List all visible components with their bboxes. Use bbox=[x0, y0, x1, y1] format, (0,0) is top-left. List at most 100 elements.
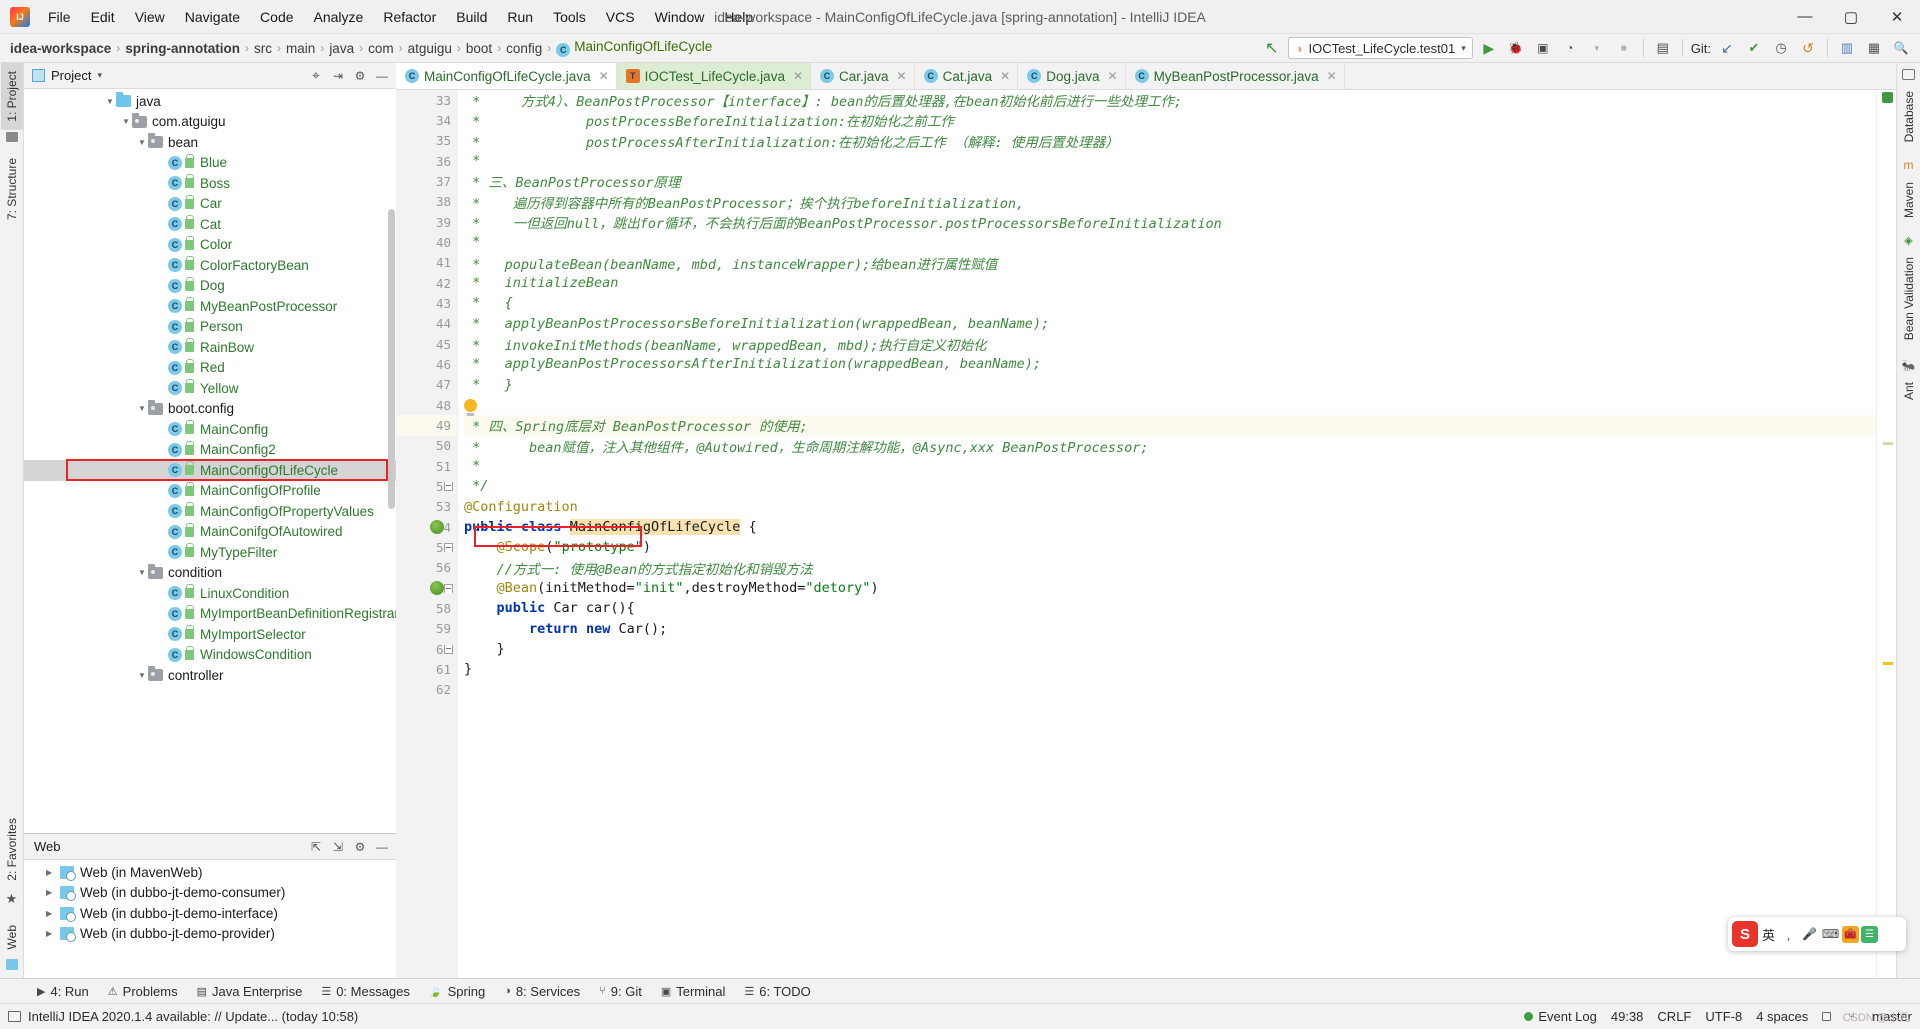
web-list-item[interactable]: ▶ Web (in dubbo-jt-demo-consumer) bbox=[24, 883, 396, 904]
menu-vcs[interactable]: VCS bbox=[596, 5, 645, 29]
close-icon[interactable]: ✕ bbox=[793, 69, 803, 83]
editor-gutter[interactable]: 33 34 35 36 37 38 39 40 41 42 43 44 45 46 47 48 49 50 51 52… bbox=[396, 90, 458, 978]
ime-punctuation-icon[interactable]: ﹐ bbox=[1779, 922, 1798, 946]
tool-window-services[interactable]: ◑ 8: Services bbox=[495, 982, 589, 1001]
profiler-button[interactable]: ◔ bbox=[1559, 37, 1581, 59]
tree-node-yellow[interactable]: C Yellow bbox=[24, 378, 396, 399]
tree-node-dog[interactable]: C Dog bbox=[24, 276, 396, 297]
sidebar-item-database[interactable]: Database bbox=[1898, 83, 1920, 150]
menu-build[interactable]: Build bbox=[446, 5, 497, 29]
maximize-button[interactable]: ▢ bbox=[1828, 0, 1874, 34]
code-fold-icon[interactable] bbox=[444, 481, 453, 491]
tree-node-mainconfig[interactable]: C MainConfig bbox=[24, 419, 396, 440]
gutter-line-38[interactable]: 38 bbox=[396, 192, 457, 212]
code-line-55[interactable]: @Scope("prototype") bbox=[464, 537, 1876, 557]
event-log-indicator[interactable]: Event Log bbox=[1524, 1009, 1597, 1024]
tree-node-colorfactorybean[interactable]: C ColorFactoryBean bbox=[24, 255, 396, 276]
git-update-icon[interactable]: ↙ bbox=[1716, 37, 1738, 59]
tree-node-mainconifgofautowired[interactable]: C MainConifgOfAutowired bbox=[24, 522, 396, 543]
code-line-56[interactable]: //方式一: 使用@Bean的方式指定初始化和销毁方法 bbox=[464, 558, 1876, 578]
debug-button[interactable]: 🐞 bbox=[1505, 37, 1527, 59]
code-fold-icon[interactable] bbox=[444, 542, 453, 552]
code-line-46[interactable]: * applyBeanPostProcessorsAfterInitializa… bbox=[464, 354, 1876, 374]
caret-position[interactable]: 49:38 bbox=[1611, 1009, 1644, 1024]
tree-node-mainconfig2[interactable]: C MainConfig2 bbox=[24, 440, 396, 461]
project-tree[interactable]: ▼ java ▼ com.atguigu ▼ bean C Blue C Boss C Car C Cat… bbox=[24, 89, 396, 833]
close-icon[interactable]: ✕ bbox=[897, 69, 907, 83]
sogou-ime-toolbar[interactable]: S 英 ﹐ 🎤 ⌨ 🧰 ☰ bbox=[1728, 917, 1906, 951]
gutter-line-53[interactable]: 53 bbox=[396, 497, 457, 517]
gutter-line-35[interactable]: 35 bbox=[396, 131, 457, 151]
breadcrumb-item-src[interactable]: src bbox=[250, 40, 276, 57]
gutter-line-33[interactable]: 33 bbox=[396, 90, 457, 110]
gutter-line-47[interactable]: 47 bbox=[396, 375, 457, 395]
inspection-status-ok-icon[interactable] bbox=[1882, 92, 1893, 103]
gutter-line-44[interactable]: 44 bbox=[396, 314, 457, 334]
locate-file-icon[interactable]: ⌖ bbox=[306, 66, 326, 86]
tool-window-run[interactable]: ▶ 4: Run bbox=[28, 982, 98, 1001]
expand-arrow-icon[interactable]: ▼ bbox=[136, 671, 148, 680]
web-list-item[interactable]: ▶ Web (in dubbo-jt-demo-interface) bbox=[24, 903, 396, 924]
git-revert-icon[interactable]: ↺ bbox=[1797, 37, 1819, 59]
gutter-line-41[interactable]: 41 bbox=[396, 253, 457, 273]
code-line-48[interactable] bbox=[464, 395, 1876, 416]
marker-info[interactable] bbox=[1883, 442, 1893, 445]
code-line-50[interactable]: * bean赋值，注入其他组件，@Autowired，生命周期注解功能，@Asy… bbox=[464, 436, 1876, 456]
code-fold-icon[interactable] bbox=[444, 644, 453, 654]
spring-bean-gutter-icon[interactable] bbox=[430, 520, 444, 535]
hide-panel-icon[interactable]: — bbox=[372, 837, 392, 857]
breadcrumb-item-boot[interactable]: boot bbox=[462, 40, 496, 57]
collapse-all-icon[interactable]: ⇲ bbox=[328, 837, 348, 857]
notification-icon[interactable] bbox=[8, 1011, 21, 1022]
tree-node-condition[interactable]: ▼ condition bbox=[24, 563, 396, 584]
code-fold-icon[interactable] bbox=[444, 583, 453, 593]
spring-bean-gutter-icon[interactable] bbox=[430, 581, 444, 596]
sidebar-item-project[interactable]: 1: Project bbox=[0, 63, 23, 130]
code-line-57[interactable]: @Bean (initMethod= "init" ,destroyMethod= "d… bbox=[464, 578, 1876, 598]
menu-analyze[interactable]: Analyze bbox=[304, 5, 374, 29]
tree-node-blue[interactable]: C Blue bbox=[24, 153, 396, 174]
run-button[interactable]: ▶ bbox=[1478, 37, 1500, 59]
tree-node-mytypefilter[interactable]: C MyTypeFilter bbox=[24, 542, 396, 563]
tool-window-git[interactable]: ⑂ 9: Git bbox=[590, 982, 651, 1001]
menu-window[interactable]: Window bbox=[645, 5, 715, 29]
back-arrow-icon[interactable]: ↖ bbox=[1261, 37, 1283, 59]
gear-icon[interactable]: ⚙ bbox=[350, 66, 370, 86]
close-button[interactable]: ✕ bbox=[1874, 0, 1920, 34]
expand-arrow-icon[interactable]: ▶ bbox=[46, 888, 60, 897]
ime-mic-icon[interactable]: 🎤 bbox=[1800, 922, 1819, 946]
code-line-51[interactable]: * bbox=[464, 456, 1876, 476]
gutter-line-43[interactable]: 43 bbox=[396, 293, 457, 313]
breadcrumb-item-com[interactable]: com bbox=[364, 40, 398, 57]
menu-run[interactable]: Run bbox=[497, 5, 543, 29]
editor-code-content[interactable]: * 方式4）、BeanPostProcessor【interface】: bea… bbox=[458, 90, 1876, 978]
ime-mode-label[interactable]: 英 bbox=[1760, 925, 1777, 944]
minimize-button[interactable]: — bbox=[1782, 0, 1828, 34]
code-line-36[interactable]: * bbox=[464, 151, 1876, 171]
editor-tab-strip[interactable]: C MainConfigOfLifeCycle.java ✕ T IOCTest_Lif… bbox=[396, 63, 1896, 90]
expand-arrow-icon[interactable]: ▼ bbox=[104, 97, 116, 106]
editor-tab-ioctest_lifecycle[interactable]: T IOCTest_LifeCycle.java ✕ bbox=[616, 63, 812, 89]
editor-tab-mybeanpostprocessor[interactable]: C MyBeanPostProcessor.java ✕ bbox=[1125, 63, 1345, 89]
run-configuration-selector[interactable]: ◑ IOCTest_LifeCycle.test01 ▾ bbox=[1287, 37, 1473, 59]
menu-edit[interactable]: Edit bbox=[81, 5, 125, 29]
gutter-line-57[interactable]: 57 bbox=[396, 578, 457, 598]
gear-icon[interactable]: ⚙ bbox=[350, 837, 370, 857]
breadcrumb-item-main[interactable]: main bbox=[282, 40, 319, 57]
run-with-coverage-button[interactable]: ▣ bbox=[1532, 37, 1554, 59]
project-tree-scrollbar[interactable] bbox=[388, 209, 395, 509]
search-icon[interactable]: 🔍 bbox=[1890, 37, 1912, 59]
web-list-item[interactable]: ▶ Web (in dubbo-jt-demo-provider) bbox=[24, 924, 396, 945]
tree-node-mybeanpostprocessor[interactable]: C MyBeanPostProcessor bbox=[24, 296, 396, 317]
tree-node-windowscondition[interactable]: C WindowsCondition bbox=[24, 645, 396, 666]
sidebar-item-web[interactable]: Web bbox=[1, 917, 23, 957]
editor-tab-car[interactable]: C Car.java ✕ bbox=[811, 63, 915, 89]
menu-code[interactable]: Code bbox=[250, 5, 303, 29]
code-line-43[interactable]: * { bbox=[464, 293, 1876, 313]
gutter-line-45[interactable]: 45 bbox=[396, 334, 457, 354]
gutter-line-55[interactable]: 55 bbox=[396, 537, 457, 557]
gutter-line-42[interactable]: 42 bbox=[396, 273, 457, 293]
tree-node-com-atguigu[interactable]: ▼ com.atguigu bbox=[24, 112, 396, 133]
web-items-list[interactable]: ▶ Web (in MavenWeb) ▶ Web (in dubbo-jt-demo… bbox=[24, 860, 396, 978]
hide-panel-icon[interactable]: — bbox=[372, 66, 392, 86]
